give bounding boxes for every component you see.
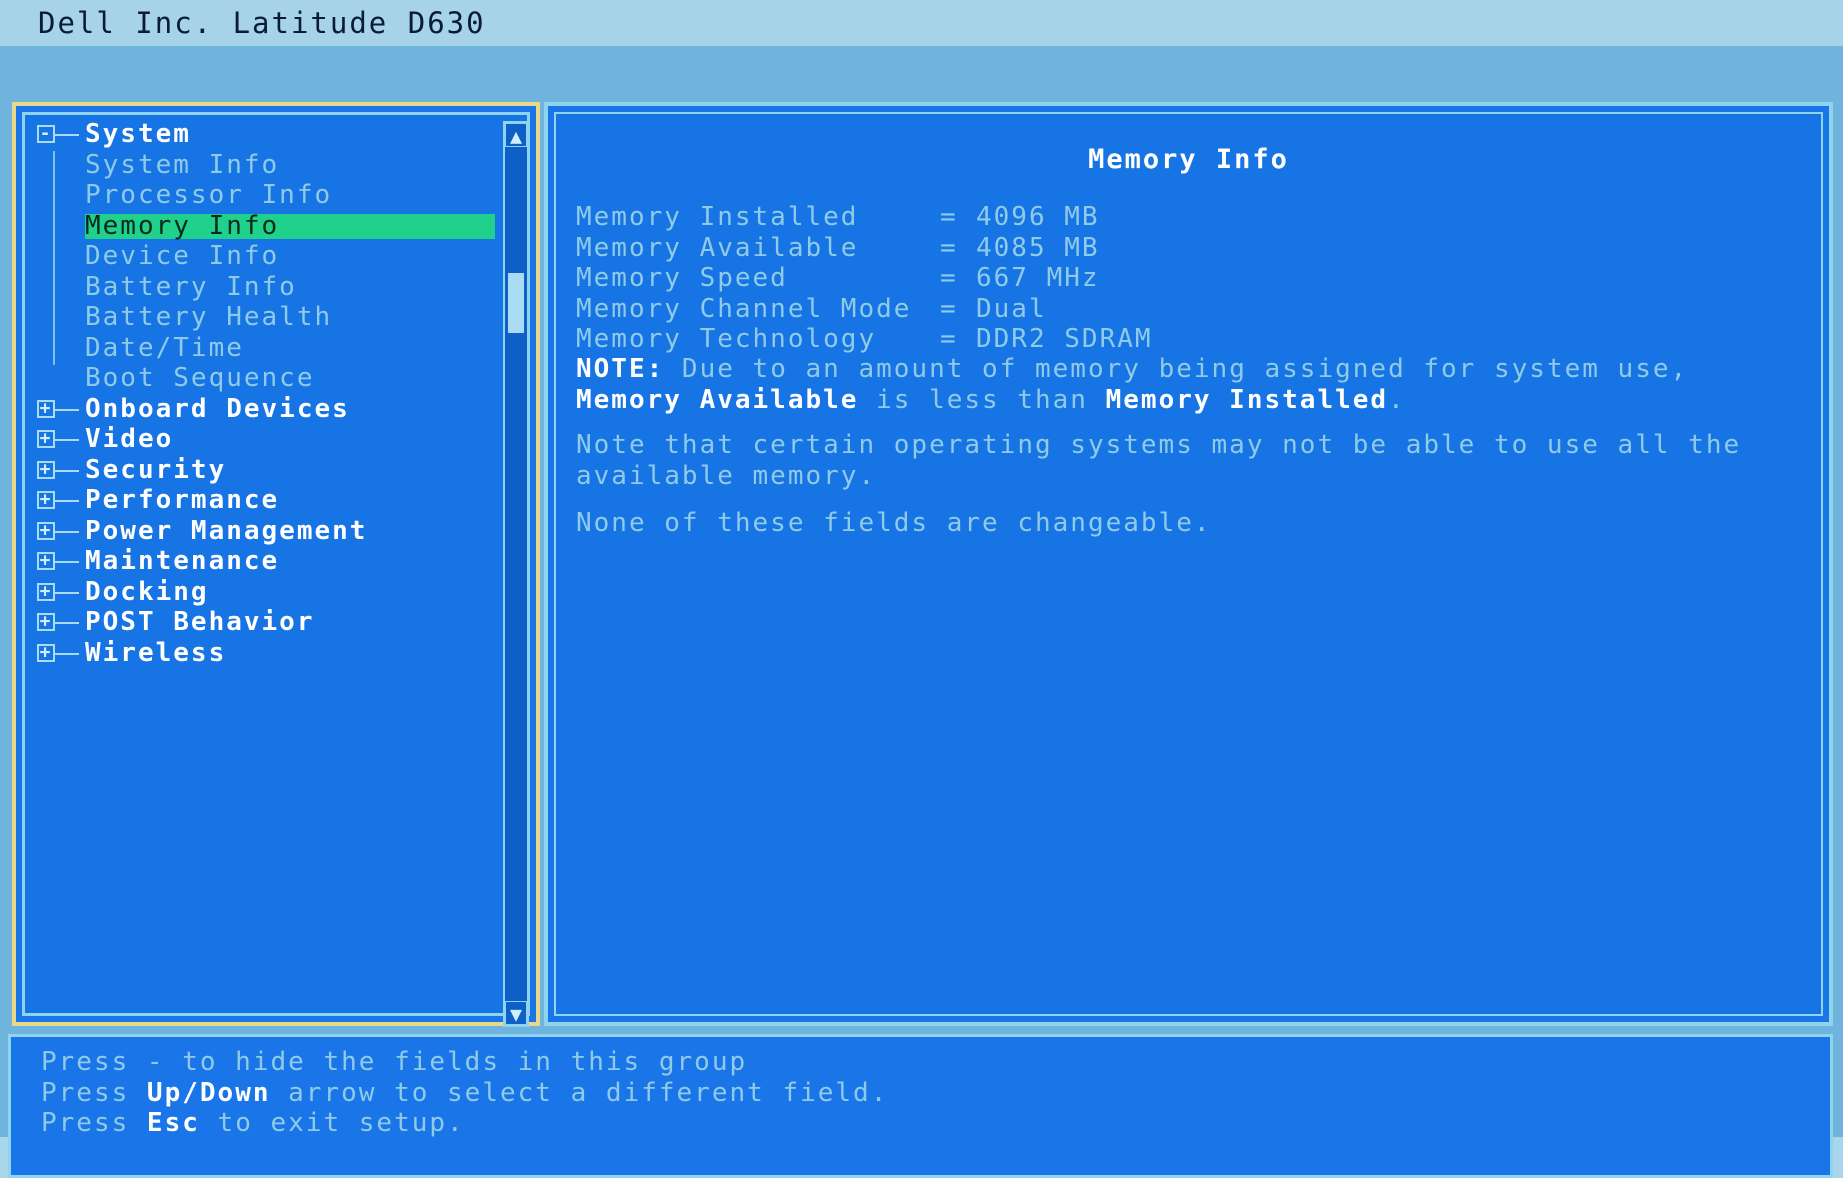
field-equals: = <box>940 263 958 293</box>
tree-group-label: Security <box>85 454 227 485</box>
tree-item-label: Date/Time <box>85 332 244 363</box>
expand-icon[interactable]: + <box>37 521 79 540</box>
field-memory-speed: Memory Speed = 667 MHz <box>576 263 1153 294</box>
tree-item-battery-health[interactable]: Battery Health <box>33 302 503 333</box>
tree-item-label: System Info <box>85 149 280 180</box>
tree-group-label: Docking <box>85 576 209 607</box>
help-text-segment: Press <box>41 1077 147 1108</box>
help-text-segment: to exit setup. <box>199 1108 465 1138</box>
expand-icon[interactable]: + <box>37 399 79 418</box>
scroll-thumb[interactable] <box>508 273 524 333</box>
tree-group-label: Video <box>85 424 174 454</box>
field-label: Memory Speed <box>576 263 788 293</box>
help-line-exit: Press Esc to exit setup. <box>41 1108 888 1139</box>
tree-group-post-behavior[interactable]: + POST Behavior <box>33 607 503 638</box>
help-bar: Press - to hide the fields in this group… <box>8 1034 1833 1178</box>
tree-group-power-management[interactable]: + Power Management <box>33 516 503 547</box>
field-label: Memory Technology <box>576 324 877 354</box>
expand-icon[interactable]: + <box>37 582 79 601</box>
memory-fields: Memory Installed = 4096 MB Memory Availabl… <box>576 202 1153 355</box>
help-key-updown: Up/Down <box>146 1077 271 1108</box>
detail-pane: Memory Info Memory Installed = 4096 MB Mem… <box>544 102 1833 1026</box>
field-equals: = <box>940 232 958 263</box>
note-bold-available: Memory Available <box>576 384 859 415</box>
tree-scrollbar[interactable]: ▲ ▼ <box>503 121 529 1027</box>
field-value: DDR2 SDRAM <box>976 324 1153 354</box>
tree-group-wireless[interactable]: + Wireless <box>33 638 503 669</box>
tree-group-docking[interactable]: + Docking <box>33 577 503 608</box>
os-note-paragraph: Note that certain operating systems may … <box>576 430 1742 491</box>
field-memory-technology: Memory Technology = DDR2 SDRAM <box>576 324 1153 355</box>
tree-item-boot-sequence[interactable]: Boot Sequence <box>33 363 503 394</box>
tree-item-label-selected: Memory Info <box>85 213 495 239</box>
note-bold-installed: Memory Installed <box>1105 384 1389 415</box>
tree-group-video[interactable]: + Video <box>33 424 503 455</box>
tree-group-label: Onboard Devices <box>85 393 350 424</box>
field-value: 667 MHz <box>976 263 1100 293</box>
field-label: Memory Channel Mode <box>576 293 912 324</box>
help-line-navigate: Press Up/Down arrow to select a differen… <box>41 1078 888 1109</box>
expand-icon[interactable]: + <box>37 552 79 570</box>
tree-group-label: POST Behavior <box>85 607 315 637</box>
expand-icon[interactable]: + <box>37 430 79 448</box>
detail-heading: Memory Info <box>1088 144 1289 175</box>
field-equals: = <box>940 202 958 232</box>
note-paragraph: NOTE: Due to an amount of memory being a… <box>576 354 1816 415</box>
note-prefix: NOTE: <box>576 354 665 384</box>
tree-group-performance[interactable]: + Performance <box>33 485 503 516</box>
navigation-pane: - System System Info Processor Info Memo… <box>12 102 540 1027</box>
field-memory-channel-mode: Memory Channel Mode = Dual <box>576 294 1153 325</box>
navigation-pane-inner: - System System Info Processor Info Memo… <box>22 112 530 1027</box>
tree-item-processor-info[interactable]: Processor Info <box>33 180 503 211</box>
expand-icon[interactable]: + <box>37 460 79 479</box>
tree-item-device-info[interactable]: Device Info <box>33 241 503 272</box>
tree-item-memory-info[interactable]: Memory Info <box>33 211 503 242</box>
detail-pane-inner: Memory Info Memory Installed = 4096 MB Mem… <box>554 112 1823 1016</box>
tree-group-label: Maintenance <box>85 546 280 576</box>
tree-item-label: Processor Info <box>85 180 333 210</box>
tree-group-security[interactable]: + Security <box>33 455 503 486</box>
field-label: Memory Available <box>576 232 859 263</box>
field-memory-available: Memory Available = 4085 MB <box>576 233 1153 264</box>
help-text-segment: arrow to select a different field. <box>270 1077 889 1108</box>
tree-group-label: Power Management <box>85 515 368 546</box>
help-key-esc: Esc <box>146 1108 200 1138</box>
window-title: Dell Inc. Latitude D630 <box>0 0 1843 46</box>
field-memory-installed: Memory Installed = 4096 MB <box>576 202 1153 233</box>
bios-screen: - System System Info Processor Info Memo… <box>0 46 1843 1178</box>
tree-item-label: Boot Sequence <box>85 363 315 393</box>
tree-group-system[interactable]: - System <box>33 119 503 150</box>
field-value: Dual <box>976 293 1047 324</box>
tree-item-label: Battery Health <box>85 302 333 332</box>
tree-item-label: Device Info <box>85 241 280 271</box>
tree-group-label: System <box>85 119 191 149</box>
tree-group-onboard-devices[interactable]: + Onboard Devices <box>33 394 503 425</box>
settings-tree: - System System Info Processor Info Memo… <box>33 119 503 668</box>
tree-group-maintenance[interactable]: + Maintenance <box>33 546 503 577</box>
tree-group-label: Wireless <box>85 637 227 668</box>
field-value: 4096 MB <box>976 202 1100 232</box>
expand-icon[interactable]: + <box>37 643 79 662</box>
arrow-up-icon[interactable]: ▲ <box>505 123 527 148</box>
tree-group-label: Performance <box>85 485 280 515</box>
field-label: Memory Installed <box>576 202 859 232</box>
field-equals: = <box>940 293 958 324</box>
note-text: . <box>1388 384 1406 415</box>
help-text: Press - to hide the fields in this group… <box>41 1047 888 1139</box>
arrow-down-icon[interactable]: ▼ <box>505 1001 527 1026</box>
tree-item-battery-info[interactable]: Battery Info <box>33 272 503 303</box>
field-equals: = <box>940 324 958 354</box>
unchangeable-paragraph: None of these fields are changeable. <box>576 508 1212 538</box>
tree-item-date-time[interactable]: Date/Time <box>33 333 503 364</box>
help-line-hide: Press - to hide the fields in this group <box>41 1047 748 1077</box>
field-value: 4085 MB <box>976 232 1100 263</box>
help-text-segment: Press <box>41 1108 147 1138</box>
collapse-icon[interactable]: - <box>37 125 79 143</box>
tree-item-system-info[interactable]: System Info <box>33 150 503 181</box>
note-text: Due to an amount of memory being assigne… <box>664 354 1689 384</box>
expand-icon[interactable]: + <box>37 613 79 631</box>
note-text: is less than <box>858 384 1106 415</box>
expand-icon[interactable]: + <box>37 491 79 509</box>
tree-item-label: Battery Info <box>85 271 297 302</box>
